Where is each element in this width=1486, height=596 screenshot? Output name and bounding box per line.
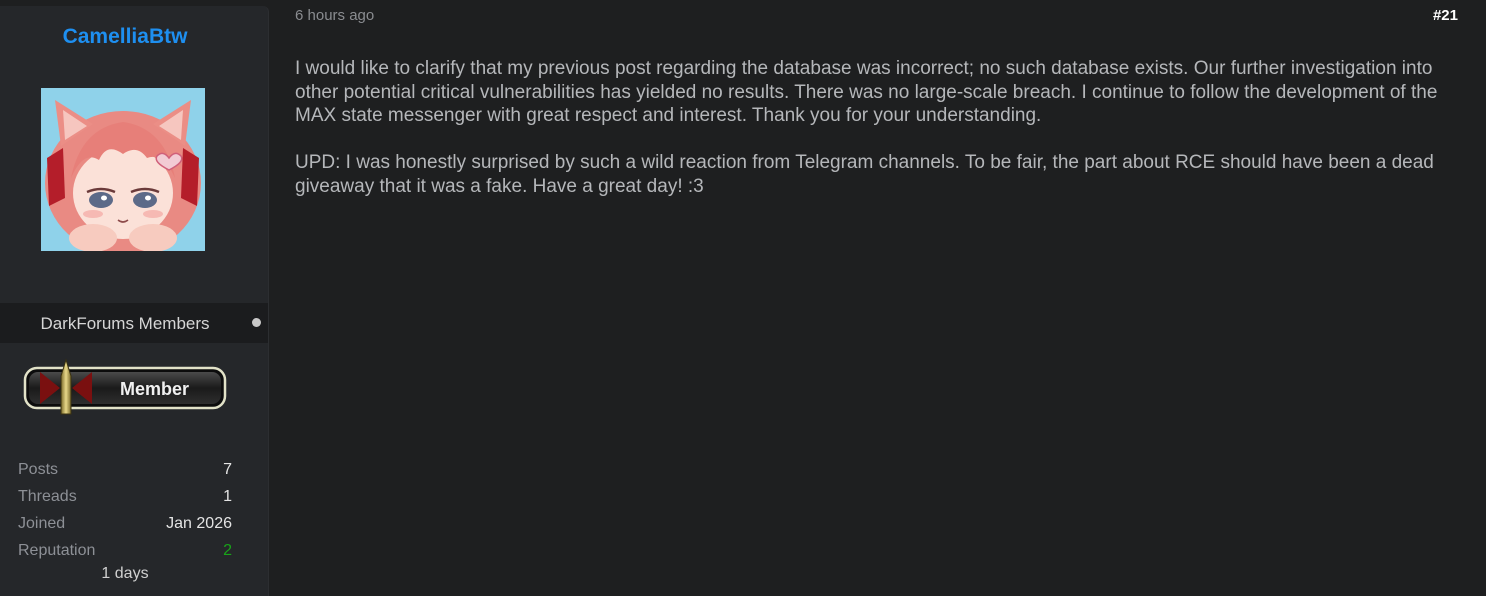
post-number-link[interactable]: #21 — [1433, 7, 1458, 24]
author-username-link[interactable]: CamelliaBtw — [0, 25, 250, 49]
stat-label: Joined — [18, 515, 66, 532]
post-paragraph: I would like to clarify that my previous… — [295, 58, 1438, 126]
stat-value: 7 — [223, 461, 232, 478]
stat-label: Posts — [18, 461, 59, 478]
stat-value: 1 — [223, 488, 232, 505]
forum-post: CamelliaBtw DarkForums Members Member Po… — [0, 0, 1486, 596]
stat-days: 1 days — [101, 565, 149, 582]
author-panel: CamelliaBtw DarkForums Members Member Po… — [0, 6, 269, 596]
avatar-image — [41, 88, 205, 251]
author-stats: Posts 7 Threads 1 Joined Jan 2026 Reputa… — [18, 461, 232, 569]
stat-label: Reputation — [18, 542, 96, 559]
stat-label: Threads — [18, 488, 77, 505]
author-avatar[interactable] — [41, 88, 205, 251]
rank-badge-label: Member — [120, 379, 189, 399]
post-body: I would like to clarify that my previous… — [295, 57, 1465, 222]
stat-row-posts: Posts 7 — [18, 461, 232, 488]
post-paragraph: UPD: I was honestly surprised by such a … — [295, 152, 1434, 197]
user-group-name: DarkForums Members — [40, 314, 210, 333]
reputation-value-link[interactable]: 2 — [223, 542, 232, 560]
member-rank-badge: Member — [22, 358, 228, 418]
offline-status-dot-icon — [252, 318, 261, 327]
stat-row-threads: Threads 1 — [18, 488, 232, 515]
stat-row-joined: Joined Jan 2026 — [18, 515, 232, 542]
post-timestamp: 6 hours ago — [295, 7, 375, 24]
user-group-bar: DarkForums Members — [0, 303, 268, 343]
stat-value: Jan 2026 — [166, 515, 232, 532]
